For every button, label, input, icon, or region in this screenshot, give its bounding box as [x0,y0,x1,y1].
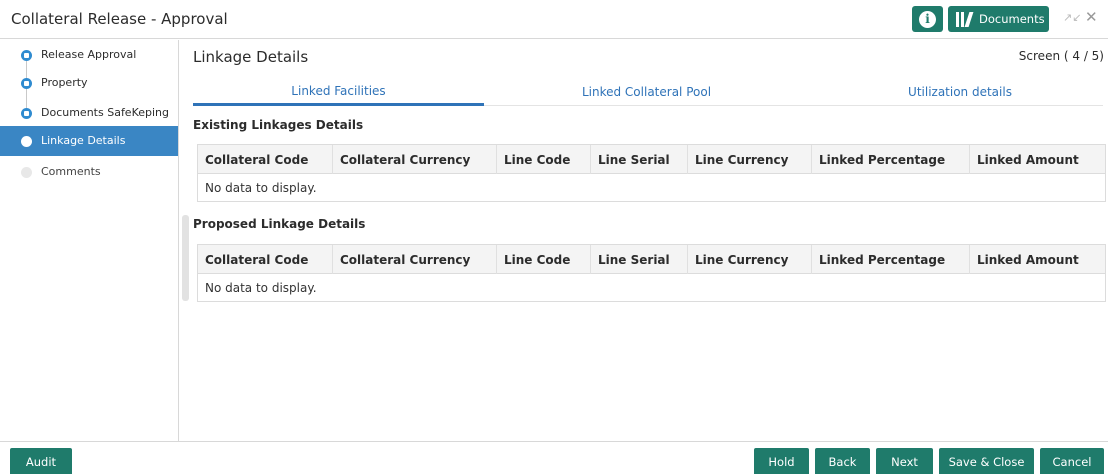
column-header[interactable]: Collateral Currency [333,245,497,274]
empty-message: No data to display. [205,280,317,295]
column-header[interactable]: Linked Percentage [812,145,970,174]
column-header[interactable]: Line Serial [591,145,688,174]
column-header[interactable]: Line Currency [688,145,812,174]
table-header: Collateral Code Collateral Currency Line… [198,245,1105,274]
page-title: Linkage Details [193,48,309,66]
tab-utilization-details[interactable]: Utilization details [805,78,1108,106]
step-done-icon [21,78,32,89]
action-footer: Audit Hold Back Next Save & Close Cancel [0,441,1108,474]
column-header[interactable]: Line Serial [591,245,688,274]
table-header: Collateral Code Collateral Currency Line… [198,145,1105,174]
existing-linkages-table: Collateral Code Collateral Currency Line… [197,144,1106,202]
close-icon[interactable]: ✕ [1085,8,1098,26]
sidebar-item-comments[interactable]: Comments [0,157,178,187]
column-header[interactable]: Line Code [497,145,591,174]
column-header[interactable]: Collateral Code [198,145,333,174]
panel-resize-handle[interactable] [182,215,189,301]
existing-linkages-title: Existing Linkages Details [193,118,364,132]
step-pending-icon [21,167,32,178]
sidebar-item-label: Property [41,76,88,89]
column-header[interactable]: Linked Amount [970,145,1105,174]
tab-linked-facilities[interactable]: Linked Facilities [193,78,484,106]
step-done-icon [21,50,32,61]
info-icon: i [919,10,936,28]
step-active-icon [21,136,32,147]
column-header[interactable]: Linked Percentage [812,245,970,274]
window-title: Collateral Release - Approval [11,10,228,28]
sidebar-item-property[interactable]: Property [0,68,178,108]
column-header[interactable]: Linked Amount [970,245,1105,274]
screen-indicator: Screen ( 4 / 5) [1018,49,1104,63]
documents-label: Documents [979,12,1045,26]
sidebar-item-label: Linkage Details [41,134,126,147]
back-button[interactable]: Back [815,448,870,474]
column-header[interactable]: Line Code [497,245,591,274]
step-done-icon [21,108,32,119]
header-bar: Collateral Release - Approval i Document… [0,0,1108,39]
column-header[interactable]: Collateral Code [198,245,333,274]
proposed-linkages-title: Proposed Linkage Details [193,217,366,231]
sidebar-item-label: Documents SafeKeping [41,106,170,119]
next-button[interactable]: Next [876,448,933,474]
resize-icon[interactable]: ↗↙ [1063,11,1081,24]
column-header[interactable]: Collateral Currency [333,145,497,174]
library-icon [956,11,974,27]
sidebar-item-label: Release Approval [41,48,137,61]
column-header[interactable]: Line Currency [688,245,812,274]
save-close-button[interactable]: Save & Close [939,448,1034,474]
tab-bar: Linked Facilities Linked Collateral Pool… [193,78,1103,106]
sidebar-item-documents-safekeeping[interactable]: Documents SafeKeping [0,98,178,128]
sidebar-item-release-approval[interactable]: Release Approval [0,40,178,80]
documents-button[interactable]: Documents [948,6,1049,32]
proposed-linkages-table: Collateral Code Collateral Currency Line… [197,244,1106,302]
sidebar-item-linkage-details[interactable]: Linkage Details [0,126,178,156]
step-navigation: Release Approval Property Documents Safe… [0,40,179,441]
cancel-button[interactable]: Cancel [1040,448,1104,474]
tab-linked-collateral-pool[interactable]: Linked Collateral Pool [494,78,799,106]
sidebar-item-label: Comments [41,165,101,178]
hold-button[interactable]: Hold [754,448,809,474]
audit-button[interactable]: Audit [10,448,72,474]
empty-message: No data to display. [205,180,317,195]
info-button[interactable]: i [912,6,943,32]
